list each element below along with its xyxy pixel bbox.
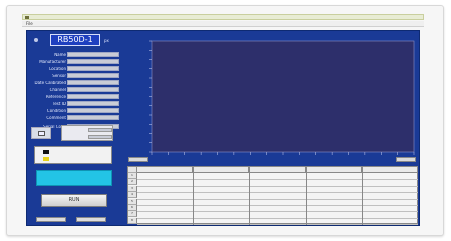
device-button[interactable]	[31, 127, 51, 139]
field-input[interactable]	[67, 73, 119, 78]
device-id-value: RB50D-1	[50, 34, 100, 46]
field-label: Channel	[49, 88, 66, 92]
message-box	[36, 170, 112, 186]
table-row-divider	[137, 179, 418, 181]
field-label: Sensor	[52, 74, 66, 78]
table-row-label: 7	[128, 211, 137, 218]
device-icon	[38, 131, 45, 136]
table-column-header[interactable]	[193, 167, 250, 173]
chart-area	[124, 38, 418, 162]
table-row-divider	[137, 217, 418, 219]
field-input[interactable]	[67, 66, 119, 71]
field-label: Manufacturer	[39, 60, 66, 64]
field-input[interactable]	[67, 101, 119, 106]
table-column-header[interactable]	[361, 167, 418, 173]
field-input[interactable]	[67, 94, 119, 99]
table-column-header[interactable]	[305, 167, 362, 173]
field-input[interactable]	[67, 80, 119, 85]
table-column-header[interactable]	[137, 167, 194, 173]
field-label: Reference	[45, 95, 66, 99]
status-panel	[31, 125, 115, 142]
menu-item-file[interactable]: File	[26, 21, 33, 27]
table-column-divider	[305, 167, 307, 225]
mini-button-1[interactable]	[36, 217, 66, 222]
chart-svg	[124, 38, 418, 162]
table-column-divider	[193, 167, 195, 225]
color-key	[34, 146, 112, 164]
run-button[interactable]: RUN	[41, 194, 107, 207]
table-row-label: 3	[128, 185, 137, 192]
field-label: Comment	[46, 116, 66, 120]
app-icon	[25, 16, 29, 19]
chart-control-left[interactable]	[128, 157, 148, 162]
field-label: Condition	[46, 109, 66, 113]
field-input[interactable]	[67, 108, 119, 113]
field-input[interactable]	[67, 115, 119, 120]
table-row-label: 8	[128, 217, 137, 224]
device-id-unit: px	[104, 38, 109, 43]
field-label: Location	[49, 67, 66, 71]
title-bar	[22, 14, 424, 20]
table-row-label: 2	[128, 179, 137, 186]
plot-area	[151, 40, 415, 153]
field-label: Test ID	[52, 102, 66, 106]
table-row-divider	[137, 185, 418, 187]
table-row-divider	[137, 205, 418, 206]
field-input[interactable]	[67, 87, 119, 92]
field-label: Date Calibrated	[34, 81, 66, 85]
chart-controls	[128, 157, 418, 163]
table-column-header[interactable]	[249, 167, 306, 173]
table-row-label: 1	[128, 173, 137, 179]
menu-bar: File	[22, 21, 424, 27]
field-label: Name	[54, 53, 66, 57]
table-row-divider	[137, 192, 418, 194]
results-table: 12345678	[127, 166, 418, 226]
mini-button-2[interactable]	[76, 217, 106, 222]
table-row-label: 5	[128, 198, 137, 205]
status-value-2	[88, 135, 112, 139]
color-swatch-1	[43, 150, 49, 154]
status-value-1	[88, 128, 112, 132]
table-row-label: 6	[128, 205, 137, 211]
field-input[interactable]	[67, 52, 119, 57]
table-row-divider	[137, 198, 418, 200]
status-dot-icon	[34, 38, 38, 42]
table-column-divider	[249, 167, 251, 225]
table-row-divider	[137, 211, 418, 213]
color-swatch-2	[43, 157, 49, 161]
chart-control-right[interactable]	[396, 157, 416, 162]
table-row-label: 4	[128, 192, 137, 199]
field-input[interactable]	[67, 59, 119, 64]
table-row-divider	[137, 224, 418, 226]
table-column-divider	[361, 167, 363, 225]
status-info	[61, 125, 113, 141]
